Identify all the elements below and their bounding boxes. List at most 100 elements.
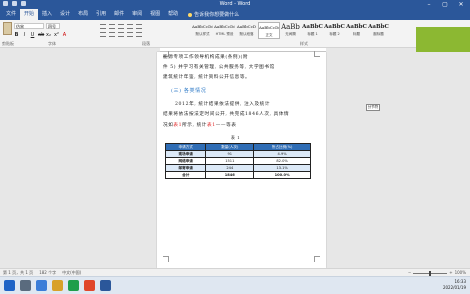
align-left-icon[interactable] bbox=[100, 32, 106, 37]
line-spacing-icon[interactable] bbox=[136, 32, 142, 37]
decrease-indent-icon[interactable] bbox=[127, 24, 133, 29]
margin-corner-mark bbox=[314, 256, 320, 262]
table-cell: 网络申请 bbox=[164, 157, 207, 165]
style-name: 标题 bbox=[353, 32, 360, 36]
table-caption: 表 1 bbox=[231, 135, 241, 140]
style-name: 标题 1 bbox=[307, 32, 318, 36]
group-label-styles: 样式 bbox=[300, 41, 308, 46]
text-run: 所示, 统计 bbox=[182, 123, 208, 128]
app-icon[interactable] bbox=[84, 280, 95, 291]
style-default-paragraph[interactable]: AaBbCcD 默认段落 bbox=[236, 22, 258, 39]
italic-button[interactable]: I bbox=[22, 32, 27, 38]
align-right-icon[interactable] bbox=[118, 32, 124, 37]
table-cell: 100.0% bbox=[253, 171, 311, 179]
style-sample: AaBb bbox=[281, 23, 300, 31]
green-overlay-block bbox=[416, 27, 470, 53]
ribbon-tabs: 文件 开始 插入 设计 布局 引用 邮件 审阅 视图 帮助 告诉我你想要做什么 bbox=[0, 9, 470, 20]
task-view-icon[interactable] bbox=[36, 280, 47, 291]
app-icon[interactable] bbox=[68, 280, 79, 291]
save-icon[interactable] bbox=[3, 1, 8, 6]
style-name: 正文 bbox=[265, 33, 273, 37]
table-cell: 82.0% bbox=[253, 157, 311, 165]
group-label-clipboard: 剪贴板 bbox=[2, 41, 14, 46]
style-normal[interactable]: AaBbCcDd 正文 bbox=[258, 22, 280, 39]
maximize-button[interactable]: ▢ bbox=[438, 0, 452, 9]
style-sample: AaBbCcD bbox=[236, 24, 257, 29]
system-tray[interactable]: 16:33 2022/01/19 bbox=[443, 279, 466, 291]
table-reference: 表1 bbox=[173, 123, 183, 128]
font-color-button[interactable]: A bbox=[62, 32, 67, 38]
table-header-cell: 数量(人次) bbox=[205, 143, 255, 151]
tell-me-box[interactable]: 告诉我你想要做什么 bbox=[188, 11, 239, 18]
minimize-button[interactable]: – bbox=[422, 0, 436, 9]
font-size-select[interactable]: 四号 bbox=[46, 23, 60, 29]
body-line: 能源专项工作领导机构成果(条例)(附 bbox=[163, 55, 249, 60]
style-name: 默认段落 bbox=[239, 32, 254, 36]
table-cell: 合计 bbox=[164, 171, 207, 179]
title-bar: Word - Word – ▢ ✕ bbox=[0, 0, 470, 9]
tab-review[interactable]: 审阅 bbox=[128, 9, 146, 20]
file-explorer-icon[interactable] bbox=[52, 280, 63, 291]
data-table[interactable]: 申请方式 数量(人次) 所占比例(%) 现场申请 91 4.9% 网络申请 15… bbox=[164, 143, 311, 179]
clock-date: 2022/01/19 bbox=[442, 285, 466, 290]
start-icon[interactable] bbox=[4, 280, 15, 291]
word-icon[interactable] bbox=[100, 280, 111, 291]
style-name: 副标题 bbox=[373, 32, 384, 36]
margin-corner-mark bbox=[314, 51, 320, 57]
bullets-icon[interactable] bbox=[100, 24, 106, 29]
margin-corner-mark bbox=[163, 256, 169, 262]
style-default[interactable]: AaBbCcDd 默认样式 bbox=[192, 22, 214, 39]
style-html-preset[interactable]: AaBbCcDd HTML 预设 bbox=[214, 22, 236, 39]
tab-home[interactable]: 开始 bbox=[20, 9, 39, 20]
justify-icon[interactable] bbox=[127, 32, 133, 37]
group-label-paragraph: 段落 bbox=[142, 41, 150, 46]
tab-mailings[interactable]: 邮件 bbox=[110, 9, 128, 20]
tab-view[interactable]: 视图 bbox=[146, 9, 164, 20]
quick-access-toolbar bbox=[3, 1, 26, 6]
bold-button[interactable]: B bbox=[14, 32, 19, 38]
tab-references[interactable]: 引用 bbox=[92, 9, 110, 20]
table-cell: 91 bbox=[205, 150, 255, 158]
table-row: 合计 1846 100.0% bbox=[164, 171, 311, 179]
styles-gallery: AaBbCcDd 默认样式 AaBbCcDd HTML 预设 AaBbCcD 默认段落… bbox=[192, 22, 390, 39]
style-sample: AaBbC bbox=[302, 24, 323, 30]
body-line: 建筑统计年鉴, 统计资料公开信息等。 bbox=[163, 75, 251, 80]
table-header-cell: 所占比例(%) bbox=[253, 143, 311, 151]
table-row: 网络申请 1511 82.0% bbox=[164, 157, 311, 165]
zoom-slider[interactable] bbox=[413, 270, 448, 276]
zoom-slider-thumb[interactable] bbox=[429, 270, 432, 276]
document-page[interactable]: 能源专项工作领导机构成果(条例)(附 件 5) 并学习有关管理, 公共服务等, … bbox=[157, 51, 326, 268]
table-cell: 邮寄申请 bbox=[164, 164, 207, 172]
superscript-button[interactable]: x² bbox=[54, 32, 59, 38]
text-run: 况如 bbox=[163, 123, 174, 128]
multilevel-list-icon[interactable] bbox=[118, 24, 124, 29]
tell-me-text: 告诉我你想要做什么 bbox=[194, 12, 240, 18]
close-button[interactable]: ✕ bbox=[454, 0, 468, 9]
subscript-button[interactable]: x₂ bbox=[46, 32, 51, 38]
redo-icon[interactable] bbox=[21, 1, 26, 6]
undo-icon[interactable] bbox=[12, 1, 17, 6]
increase-indent-icon[interactable] bbox=[136, 24, 142, 29]
tab-layout[interactable]: 布局 bbox=[74, 9, 92, 20]
tab-help[interactable]: 帮助 bbox=[164, 9, 182, 20]
tab-design[interactable]: 设计 bbox=[56, 9, 74, 20]
font-name-select[interactable]: 仿宋 bbox=[14, 23, 44, 29]
tab-file[interactable]: 文件 bbox=[2, 9, 20, 20]
style-heading-2[interactable]: AaBbC 标题 2 bbox=[324, 22, 346, 39]
numbering-icon[interactable] bbox=[109, 24, 115, 29]
table-cell: 4.9% bbox=[253, 150, 311, 158]
search-icon[interactable] bbox=[20, 280, 31, 291]
body-line: 况如表1所示, 统计表1——等表 bbox=[163, 122, 237, 128]
style-heading-1[interactable]: AaBbC 标题 1 bbox=[302, 22, 324, 39]
tab-insert[interactable]: 插入 bbox=[38, 9, 56, 20]
style-title[interactable]: AaBbC 标题 bbox=[346, 22, 368, 39]
strikethrough-button[interactable]: ab bbox=[38, 32, 44, 38]
style-subtitle[interactable]: AaBbC 副标题 bbox=[368, 22, 390, 39]
body-line: 件 5) 并学习有关管理, 公共服务等, 大学图书馆 bbox=[163, 65, 275, 70]
style-no-spacing[interactable]: AaBb 无间隔 bbox=[280, 22, 302, 39]
underline-button[interactable]: U bbox=[30, 32, 35, 38]
taskbar: 16:33 2022/01/19 bbox=[0, 276, 470, 294]
table-row: 邮寄申请 244 13.1% bbox=[164, 164, 311, 172]
align-center-icon[interactable] bbox=[109, 32, 115, 37]
paste-button[interactable] bbox=[3, 22, 12, 35]
